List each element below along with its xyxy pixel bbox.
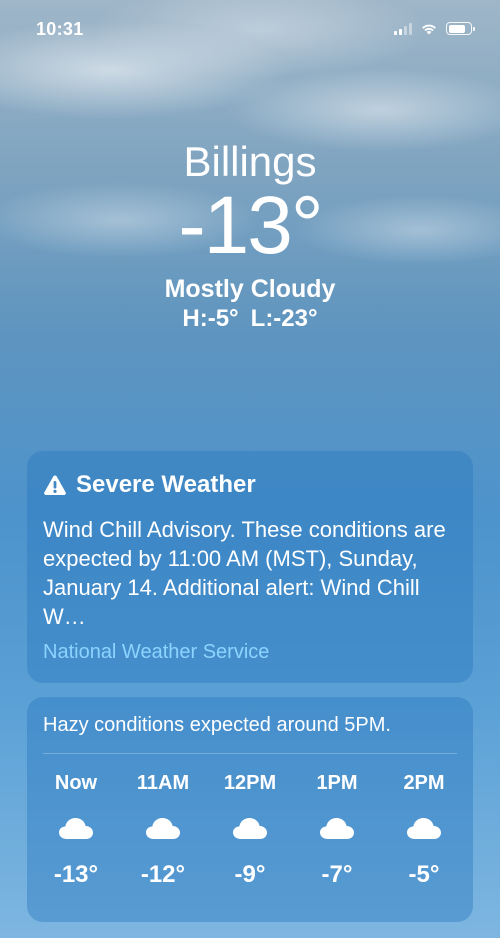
hour-label: 11AM <box>136 772 190 794</box>
low-temp: L:-23° <box>250 305 318 332</box>
battery-icon <box>446 22 475 35</box>
alert-title: Severe Weather <box>76 471 256 498</box>
alert-source-link[interactable]: National Weather Service <box>43 641 457 664</box>
wifi-icon <box>422 24 436 35</box>
cloud-icon <box>407 818 441 839</box>
hour-item: 11AM -12° <box>130 770 196 890</box>
current-weather: Billings -13° Mostly Cloudy H:-5° L:-23° <box>0 138 500 334</box>
current-temperature: -13° <box>178 180 323 271</box>
cloud-icon <box>320 818 354 839</box>
hour-item: 12PM -9° <box>217 770 283 890</box>
hourly-list[interactable]: Now -13° 11AM -12° 12PM -9° 1PM -7° 2PM … <box>43 770 457 890</box>
hour-temp: -5° <box>408 861 440 888</box>
hourly-summary: Hazy conditions expected around 5PM. <box>43 697 457 754</box>
condition-text: Mostly Cloudy <box>164 275 336 303</box>
hour-label: 12PM <box>223 772 277 794</box>
cellular-signal-icon <box>394 22 412 35</box>
high-low: H:-5° L:-23° <box>0 304 500 334</box>
severe-weather-card[interactable]: Severe Weather Wind Chill Advisory. Thes… <box>27 451 473 683</box>
status-bar: 10:31 <box>0 0 500 60</box>
hour-item: 2PM -5° <box>391 770 457 890</box>
hour-label: 2PM <box>403 772 445 794</box>
cloud-icon <box>59 818 93 839</box>
alert-description: Wind Chill Advisory. These conditions ar… <box>43 517 446 629</box>
status-icons <box>394 22 475 35</box>
high-temp: H:-5° <box>182 305 239 332</box>
alert-header: Severe Weather <box>43 471 457 499</box>
status-time: 10:31 <box>36 19 84 39</box>
hour-label: 1PM <box>316 772 358 794</box>
hour-label: Now <box>54 772 98 794</box>
hour-temp: -12° <box>140 861 186 888</box>
hourly-forecast-card[interactable]: Hazy conditions expected around 5PM. Now… <box>27 697 473 922</box>
cloud-icon <box>146 818 180 839</box>
hour-item: 1PM -7° <box>304 770 370 890</box>
hour-temp: -9° <box>234 861 266 888</box>
hour-temp: -7° <box>321 861 353 888</box>
warning-triangle-icon <box>44 475 66 495</box>
cloud-icon <box>233 818 267 839</box>
hour-temp: -13° <box>53 861 99 888</box>
hour-item: Now -13° <box>43 770 109 890</box>
city-name: Billings <box>183 138 317 185</box>
